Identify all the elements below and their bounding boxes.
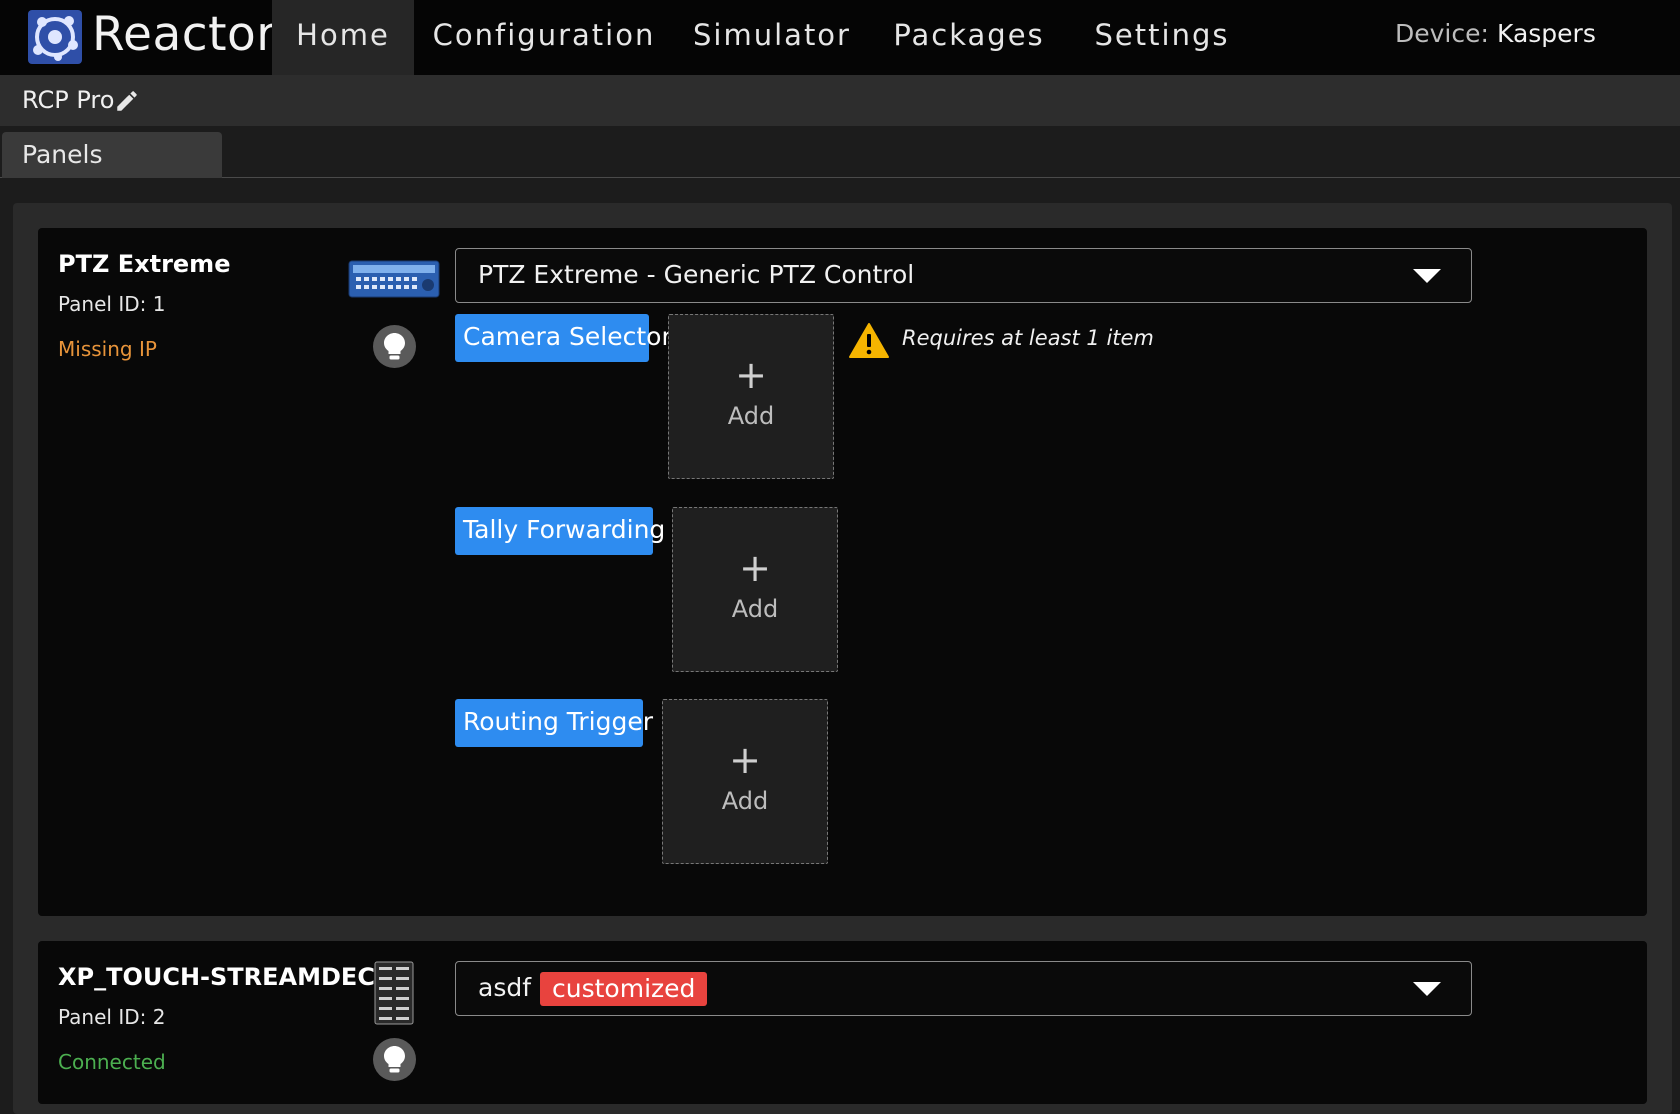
add-label: Add — [727, 402, 775, 430]
identify-panel-button[interactable] — [373, 1038, 416, 1081]
add-routing-trigger-item-button[interactable]: + Add — [662, 699, 828, 864]
tab-panels[interactable]: Panels — [2, 132, 222, 178]
feature-tally-forwarding-button[interactable]: Tally Forwarding — [455, 507, 665, 555]
chevron-down-icon — [1413, 982, 1441, 996]
chevron-down-icon — [1413, 269, 1441, 283]
project-name: RCP Pro — [22, 86, 115, 114]
tab-bar: Panels — [0, 126, 1680, 178]
plus-icon: + — [729, 738, 761, 782]
plus-icon: + — [739, 546, 771, 590]
panel-card-xp-touch-streamdeck: XP_TOUCH-STREAMDECK Panel ID: 2 Connecte… — [38, 941, 1647, 1104]
plus-icon: + — [735, 353, 767, 397]
project-bar: RCP Pro — [0, 75, 1680, 126]
customized-badge: customized — [540, 972, 708, 1006]
add-camera-selector-item-button[interactable]: + Add — [668, 314, 834, 479]
identify-panel-button[interactable] — [373, 325, 416, 368]
configuration-select-value: asdf — [478, 973, 532, 1002]
warning-icon — [849, 323, 889, 358]
device-value[interactable]: Kaspers — [1497, 14, 1596, 54]
add-label: Add — [721, 787, 769, 815]
device-label: Device: — [1395, 19, 1489, 48]
nav-simulator[interactable]: Simulator — [686, 0, 858, 75]
configuration-select-value: PTZ Extreme - Generic PTZ Control — [478, 260, 915, 289]
add-tally-forwarding-item-button[interactable]: + Add — [672, 507, 838, 672]
configuration-select[interactable]: asdf customized — [455, 961, 1472, 1016]
nav-settings[interactable]: Settings — [1084, 0, 1240, 75]
top-nav-bar: Reactor Home Configuration Simulator Pac… — [0, 0, 1680, 75]
panel-status: Missing IP — [58, 337, 157, 361]
panels-container: PTZ Extreme Panel ID: 1 Missing IP PTZ E… — [13, 203, 1672, 1114]
warning-message: Requires at least 1 item — [902, 326, 1154, 350]
panel-name: PTZ Extreme — [58, 250, 231, 278]
ptz-controller-device-icon — [348, 260, 440, 298]
nav-packages[interactable]: Packages — [884, 0, 1054, 75]
feature-routing-trigger-button[interactable]: Routing Trigger — [455, 699, 653, 747]
reactor-logo-icon[interactable] — [28, 10, 82, 64]
nav-configuration[interactable]: Configuration — [430, 0, 658, 75]
configuration-select[interactable]: PTZ Extreme - Generic PTZ Control — [455, 248, 1472, 303]
panel-id: Panel ID: 2 — [58, 1005, 166, 1029]
add-label: Add — [731, 595, 779, 623]
panel-card-ptz-extreme: PTZ Extreme Panel ID: 1 Missing IP PTZ E… — [38, 228, 1647, 916]
app-brand: Reactor — [92, 7, 277, 62]
lightbulb-icon — [384, 333, 405, 360]
panel-name: XP_TOUCH-STREAMDECK — [58, 963, 394, 991]
feature-camera-selector-button[interactable]: Camera Selector — [455, 314, 672, 362]
panel-status: Connected — [58, 1050, 166, 1074]
streamdeck-device-icon — [374, 961, 414, 1025]
panel-id: Panel ID: 1 — [58, 292, 166, 316]
lightbulb-icon — [384, 1046, 405, 1073]
nav-home[interactable]: Home — [272, 0, 414, 75]
pencil-icon[interactable] — [114, 88, 140, 114]
